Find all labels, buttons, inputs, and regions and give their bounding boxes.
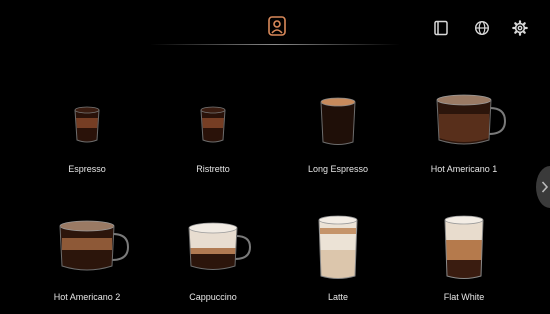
drink-label: Espresso: [68, 164, 106, 174]
drink-label: Hot Americano 2: [53, 292, 121, 302]
drink-label: Cappuccino: [189, 292, 237, 302]
active-tab-indicator: [150, 44, 400, 45]
globe-icon[interactable]: [474, 20, 490, 36]
americano-mug-icon: [436, 94, 507, 145]
espresso-cup-icon: [74, 106, 100, 143]
drink-latte[interactable]: Latte: [283, 214, 393, 314]
drink-long-espresso[interactable]: Long Espresso: [283, 88, 393, 188]
ristretto-cup-icon: [200, 106, 226, 143]
long-espresso-cup-icon: [320, 97, 356, 145]
drink-hot-americano-2[interactable]: Hot Americano 2: [32, 214, 142, 314]
drink-label: Latte: [327, 292, 349, 302]
gear-icon[interactable]: [512, 20, 528, 36]
flat-white-glass-icon: [444, 215, 484, 279]
top-bar: [0, 0, 550, 46]
cappuccino-mug-icon: [188, 222, 252, 270]
drink-flat-white[interactable]: Flat White: [409, 214, 519, 314]
drink-cappuccino[interactable]: Cappuccino: [158, 214, 268, 314]
drink-label: Ristretto: [196, 164, 230, 174]
drink-label: Long Espresso: [307, 164, 369, 174]
drink-hot-americano-1[interactable]: Hot Americano 1: [409, 88, 519, 188]
drink-ristretto[interactable]: Ristretto: [158, 88, 268, 188]
drink-espresso[interactable]: Espresso: [32, 88, 142, 188]
user-profile-icon[interactable]: [268, 16, 286, 36]
drink-label: Flat White: [443, 292, 485, 302]
americano-mug-icon: [59, 220, 130, 271]
book-icon[interactable]: [433, 20, 449, 36]
next-page-handle[interactable]: [536, 166, 550, 208]
drink-label: Hot Americano 1: [430, 164, 498, 174]
chevron-right-icon: [541, 181, 549, 193]
latte-glass-icon: [318, 215, 358, 279]
